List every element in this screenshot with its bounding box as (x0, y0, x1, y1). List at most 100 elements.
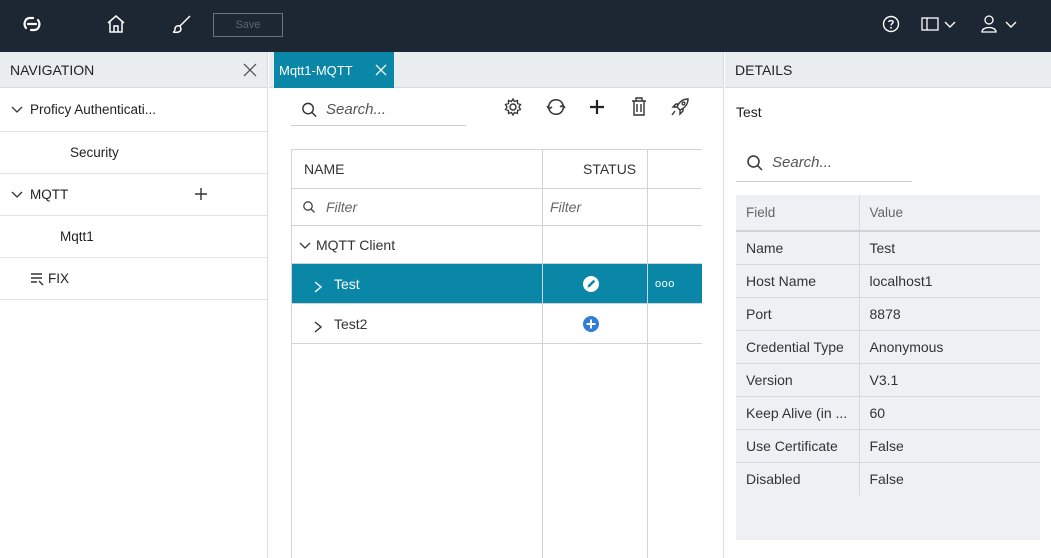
property-row[interactable]: Host Name localhost1 (736, 264, 1040, 298)
close-icon[interactable] (241, 61, 259, 79)
edit-status-icon[interactable] (582, 275, 600, 293)
search-icon (747, 154, 763, 171)
add-icon[interactable] (193, 186, 209, 202)
property-field: Name (736, 231, 860, 265)
nav-item-fix[interactable]: FIX (0, 258, 267, 300)
name-cell: Test (312, 264, 360, 303)
settings-icon[interactable] (500, 94, 526, 120)
more-options-icon[interactable]: ooo (655, 264, 675, 303)
nav-item-label: FIX (48, 271, 70, 286)
grid-filter-row: Filter Filter (292, 189, 702, 226)
delete-icon[interactable] (626, 94, 652, 120)
filter-placeholder: Filter (326, 199, 358, 215)
details-title: DETAILS (735, 61, 793, 78)
nav-item-mqtt1[interactable]: Mqtt1 (0, 216, 267, 258)
column-header-name[interactable]: NAME (304, 150, 344, 188)
save-button[interactable]: Save (213, 13, 283, 37)
property-value[interactable]: False (859, 462, 1040, 495)
deploy-rocket-icon[interactable] (667, 94, 693, 120)
navigation-title: NAVIGATION (10, 61, 95, 78)
row-name: Test (334, 275, 360, 292)
nav-item-proficy-authentication[interactable]: Proficy Authenticati... (0, 88, 267, 132)
property-field: Port (736, 297, 860, 331)
property-row[interactable]: Credential Type Anonymous (736, 330, 1040, 364)
property-value[interactable]: 60 (859, 396, 1040, 430)
chevron-right-icon[interactable] (312, 280, 324, 294)
property-row[interactable]: Use Certificate False (736, 429, 1040, 463)
column-divider (542, 149, 543, 558)
property-row[interactable]: Name Test (736, 231, 1040, 265)
name-filter[interactable]: Filter (302, 189, 357, 225)
property-value[interactable]: V3.1 (859, 363, 1040, 397)
nav-item-label: Mqtt1 (60, 229, 94, 244)
status-cell (582, 264, 600, 303)
tab-strip: Mqtt1-MQTT (269, 52, 723, 88)
selected-item-name: Test (736, 104, 762, 120)
data-grid: NAME STATUS Filter Filter MQTT Client Te… (291, 149, 702, 558)
value-column-header: Value (859, 195, 1040, 232)
chevron-down-icon[interactable] (298, 238, 312, 252)
table-row[interactable]: Test ooo (292, 264, 702, 304)
refresh-icon[interactable] (543, 94, 569, 120)
property-value[interactable]: 8878 (859, 297, 1040, 331)
navigation-panel: NAVIGATION Proficy Authenticati... Secur… (0, 52, 268, 558)
column-divider (647, 149, 648, 558)
details-search-box (736, 144, 912, 182)
property-row[interactable]: Disabled False (736, 462, 1040, 495)
property-field: Credential Type (736, 330, 860, 364)
property-field: Use Certificate (736, 429, 860, 463)
help-icon[interactable] (877, 10, 905, 38)
chevron-down-icon[interactable] (10, 103, 24, 117)
brush-icon[interactable] (168, 10, 196, 38)
property-value[interactable]: False (859, 429, 1040, 463)
property-field: Host Name (736, 264, 860, 298)
properties-table: Field Value Name Test Host Name localhos… (736, 195, 1040, 495)
nav-item-label: Proficy Authenticati... (30, 102, 157, 117)
add-icon[interactable] (584, 94, 610, 120)
nav-item-label: Security (70, 145, 119, 160)
nav-item-label: MQTT (30, 187, 69, 202)
column-header-status[interactable]: STATUS (583, 150, 636, 188)
property-row[interactable]: Port 8878 (736, 297, 1040, 331)
nav-item-mqtt[interactable]: MQTT (0, 174, 267, 216)
panel-toggle-icon[interactable] (918, 10, 962, 38)
status-filter[interactable]: Filter (550, 189, 581, 225)
table-row[interactable]: Test2 (292, 304, 702, 344)
nav-item-security[interactable]: Security (0, 132, 267, 174)
tab-mqtt1-mqtt[interactable]: Mqtt1-MQTT (274, 52, 394, 88)
property-value[interactable]: localhost1 (859, 264, 1040, 298)
details-panel: DETAILS Test Field Value Name Test Host … (725, 52, 1051, 558)
main-panel: Mqtt1-MQTT NAME STATUS Filter Filt (269, 52, 724, 558)
property-row[interactable]: Keep Alive (in ... 60 (736, 396, 1040, 430)
details-header: DETAILS (725, 52, 1051, 88)
property-value[interactable]: Test (859, 231, 1040, 265)
user-icon[interactable] (978, 10, 1024, 38)
row-name: Test2 (334, 315, 368, 332)
property-row[interactable]: Version V3.1 (736, 363, 1040, 397)
close-icon[interactable] (374, 63, 388, 77)
tab-label: Mqtt1-MQTT (279, 62, 353, 78)
property-value[interactable]: Anonymous (859, 330, 1040, 364)
group-row-mqtt-client[interactable]: MQTT Client (292, 226, 702, 264)
navigation-header: NAVIGATION (0, 52, 267, 88)
search-input[interactable] (326, 101, 466, 118)
chevron-right-icon[interactable] (312, 320, 324, 334)
list-icon (31, 272, 44, 285)
search-icon (303, 201, 315, 213)
property-field: Disabled (736, 462, 860, 495)
properties-header-row: Field Value (736, 195, 1040, 232)
top-bar: Save (0, 0, 1051, 52)
property-field: Version (736, 363, 860, 397)
field-column-header: Field (736, 195, 860, 232)
search-box (291, 94, 466, 126)
logo-icon[interactable] (18, 10, 46, 38)
add-status-icon[interactable] (582, 315, 600, 333)
home-icon[interactable] (102, 10, 130, 38)
chevron-down-icon[interactable] (10, 188, 24, 202)
group-label: MQTT Client (316, 236, 396, 253)
name-cell: Test2 (312, 304, 367, 343)
search-icon (302, 102, 317, 117)
grid-header-row: NAME STATUS (292, 149, 702, 189)
details-search-input[interactable] (772, 154, 912, 171)
group-cell: MQTT Client (298, 226, 395, 263)
